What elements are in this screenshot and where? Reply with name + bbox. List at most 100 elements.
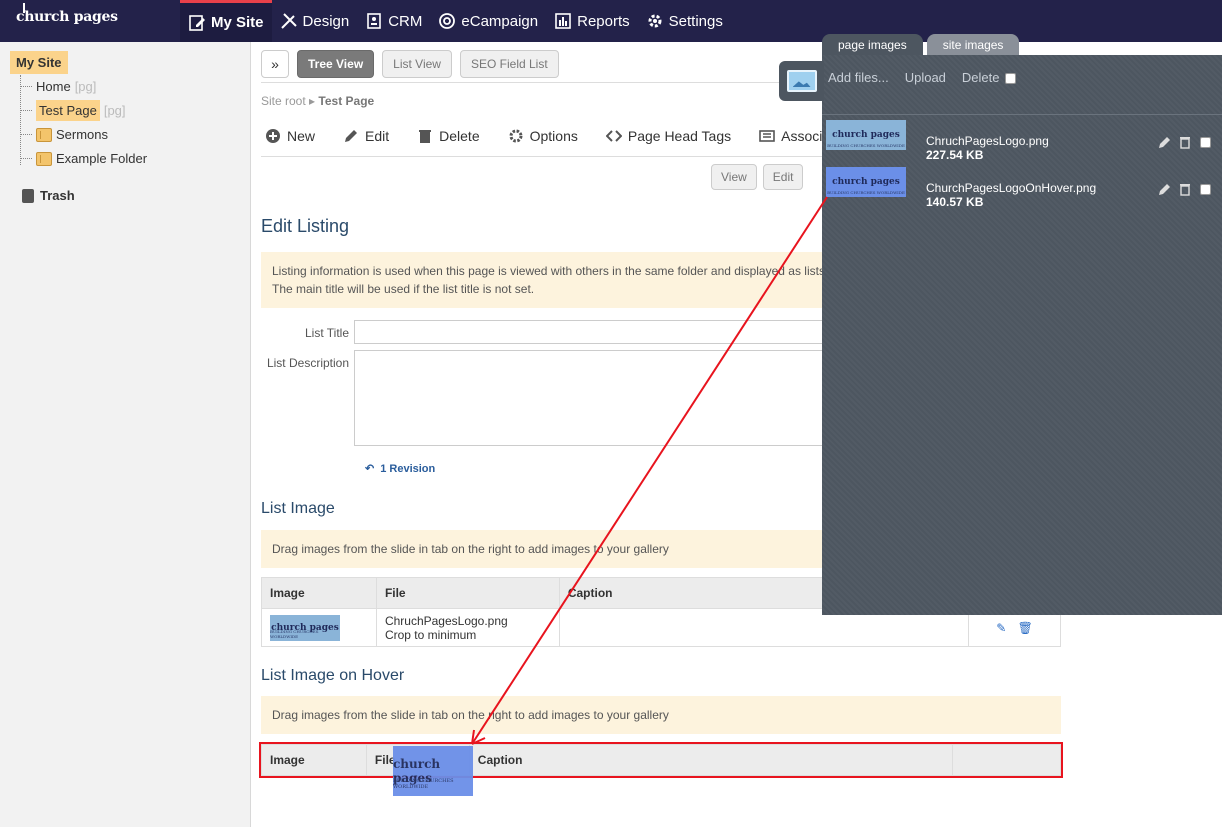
delete-selected[interactable]: Delete — [961, 70, 1017, 85]
file-name: ChurchPagesLogoOnHover.png — [926, 181, 1097, 195]
breadcrumb-root[interactable]: Site root — [261, 94, 306, 108]
code-icon — [605, 130, 622, 142]
nav-crm[interactable]: CRM — [357, 0, 430, 42]
page-tag: [pg] — [103, 103, 126, 118]
revision-link[interactable]: ↶ 1 Revision — [365, 462, 435, 476]
tab-page-images[interactable]: page images — [822, 34, 923, 56]
add-files-button[interactable]: Add files... — [828, 70, 889, 85]
thumbnail-tagline: BUILDING CHURCHES WORLDWIDE — [393, 778, 454, 790]
edit-listing-heading: Edit Listing — [261, 216, 350, 236]
file-thumbnail[interactable]: church pages BUILDING CHURCHES WORLDWIDE — [826, 167, 906, 197]
file-select-checkbox[interactable] — [1200, 136, 1211, 148]
new-button[interactable]: New — [265, 128, 315, 144]
file-meta: ChurchPagesLogoOnHover.png 140.57 KB — [926, 167, 1096, 209]
view-mode-button[interactable]: View — [711, 164, 757, 190]
trash-icon[interactable] — [1178, 182, 1192, 196]
address-book-icon — [367, 13, 382, 29]
list-image-hover-heading: List Image on Hover — [261, 667, 405, 684]
folder-icon — [36, 127, 52, 142]
edit-button[interactable]: Edit — [343, 128, 389, 144]
list-title-input[interactable] — [354, 320, 834, 344]
edit-mode-button[interactable]: Edit — [762, 164, 804, 190]
pencil-icon[interactable] — [1158, 135, 1172, 149]
page-head-tags-button[interactable]: Page Head Tags — [605, 128, 732, 144]
file-cell: ChruchPagesLogo.png Crop to minimum — [375, 608, 560, 647]
thumbnail-text: church pages — [832, 130, 900, 140]
tab-site-images[interactable]: site images — [926, 34, 1020, 56]
expand-button[interactable]: » — [261, 50, 289, 78]
dragged-image-ghost[interactable]: church pages BUILDING CHURCHES WORLDWIDE — [393, 746, 473, 796]
gear-icon — [648, 14, 662, 28]
list-view-button[interactable]: List View — [382, 50, 452, 78]
tree-item-example-folder[interactable]: Example Folder — [20, 151, 147, 166]
nav-ecampaign[interactable]: eCampaign — [430, 0, 546, 42]
file-actions — [1158, 182, 1211, 196]
page-edit-icon — [189, 14, 205, 31]
col-image: Image — [261, 577, 377, 609]
nav-label: Settings — [668, 12, 723, 30]
crop-setting: Crop to minimum — [384, 627, 477, 642]
nav-my-site[interactable]: My Site — [180, 0, 272, 42]
file-thumbnail[interactable]: church pages BUILDING CHURCHES WORLDWIDE — [826, 120, 906, 150]
nav-reports[interactable]: Reports — [546, 0, 638, 42]
plus-circle-icon — [266, 129, 280, 143]
nav-label: Reports — [577, 12, 630, 30]
image-thumbnail: church pages BUILDING CHURCHES WORLDWIDE — [270, 614, 340, 641]
tree-connector — [20, 158, 32, 159]
gear-icon — [509, 129, 523, 143]
trash-icon[interactable] — [1178, 135, 1192, 149]
upload-button[interactable]: Upload — [905, 70, 946, 85]
options-button[interactable]: Options — [508, 128, 578, 144]
tree-connector — [20, 134, 32, 135]
pencil-icon[interactable] — [1158, 182, 1172, 196]
list-image-heading: List Image — [261, 500, 335, 517]
tree-item-sermons[interactable]: Sermons — [20, 127, 108, 142]
list-description-label: List Description — [266, 356, 349, 370]
panel-file-item[interactable]: church pages BUILDING CHURCHES WORLDWIDE… — [826, 120, 1049, 162]
col-file: File — [375, 577, 560, 609]
panel-file-item[interactable]: church pages BUILDING CHURCHES WORLDWIDE… — [826, 167, 1096, 209]
pencil-icon — [345, 130, 358, 142]
caret-right-icon: ▸ — [309, 94, 319, 108]
mode-buttons: View Edit — [711, 164, 804, 190]
select-all-checkbox[interactable] — [1005, 73, 1017, 85]
file-actions — [1158, 135, 1211, 149]
trash-icon[interactable]: 🗑 — [1018, 621, 1033, 635]
pencil-icon[interactable]: ✎ — [996, 621, 1006, 635]
breadcrumb: Site root ▸ Test Page — [261, 94, 374, 108]
list-description-textarea[interactable] — [354, 350, 834, 446]
tree-connector — [20, 86, 32, 87]
nav-settings[interactable]: Settings — [638, 0, 731, 42]
action-label: New — [287, 128, 316, 144]
file-select-checkbox[interactable] — [1200, 183, 1211, 195]
tree-item-test-page[interactable]: Test Page [pg] — [20, 100, 126, 121]
tree-view-button[interactable]: Tree View — [297, 50, 375, 78]
spire-icon — [23, 3, 25, 13]
tree-item-trash[interactable]: Trash — [22, 188, 75, 203]
trash-icon — [22, 188, 34, 203]
image-panel-toggle[interactable] — [779, 61, 824, 101]
file-size: 140.57 KB — [926, 195, 984, 209]
file-name: ChruchPagesLogo.png — [384, 613, 508, 628]
image-cell: church pages BUILDING CHURCHES WORLDWIDE — [261, 608, 377, 647]
image-panel-tabs: page images site images — [822, 34, 1020, 56]
action-label: Page Head Tags — [627, 128, 732, 144]
col-caption: Caption — [468, 744, 954, 776]
list-image-hover-table[interactable]: Image File Caption — [259, 742, 1063, 778]
seo-field-list-button[interactable]: SEO Field List — [459, 50, 559, 78]
tree-item-home[interactable]: Home [pg] — [20, 79, 96, 94]
nav-design[interactable]: Design — [272, 0, 358, 42]
thumbnail-tagline: BUILDING CHURCHES WORLDWIDE — [827, 190, 905, 195]
thumbnail-tagline: BUILDING CHURCHES WORLDWIDE — [270, 628, 319, 639]
tree-root-my-site[interactable]: My Site — [10, 51, 68, 74]
col-actions — [952, 744, 1061, 776]
brand-logo[interactable]: church pages — [16, 3, 118, 25]
trash-label: Trash — [40, 188, 75, 203]
image-panel-toolbar: Add files... Upload Delete — [828, 70, 1017, 85]
brand-name: church pages — [16, 9, 118, 25]
delete-label: Delete — [961, 70, 1000, 85]
file-size: 227.54 KB — [926, 148, 984, 162]
page-tag: [pg] — [74, 79, 97, 94]
site-tree-sidebar: My Site Home [pg] Test Page [pg] Sermons… — [0, 42, 251, 827]
delete-button[interactable]: Delete — [417, 128, 480, 144]
